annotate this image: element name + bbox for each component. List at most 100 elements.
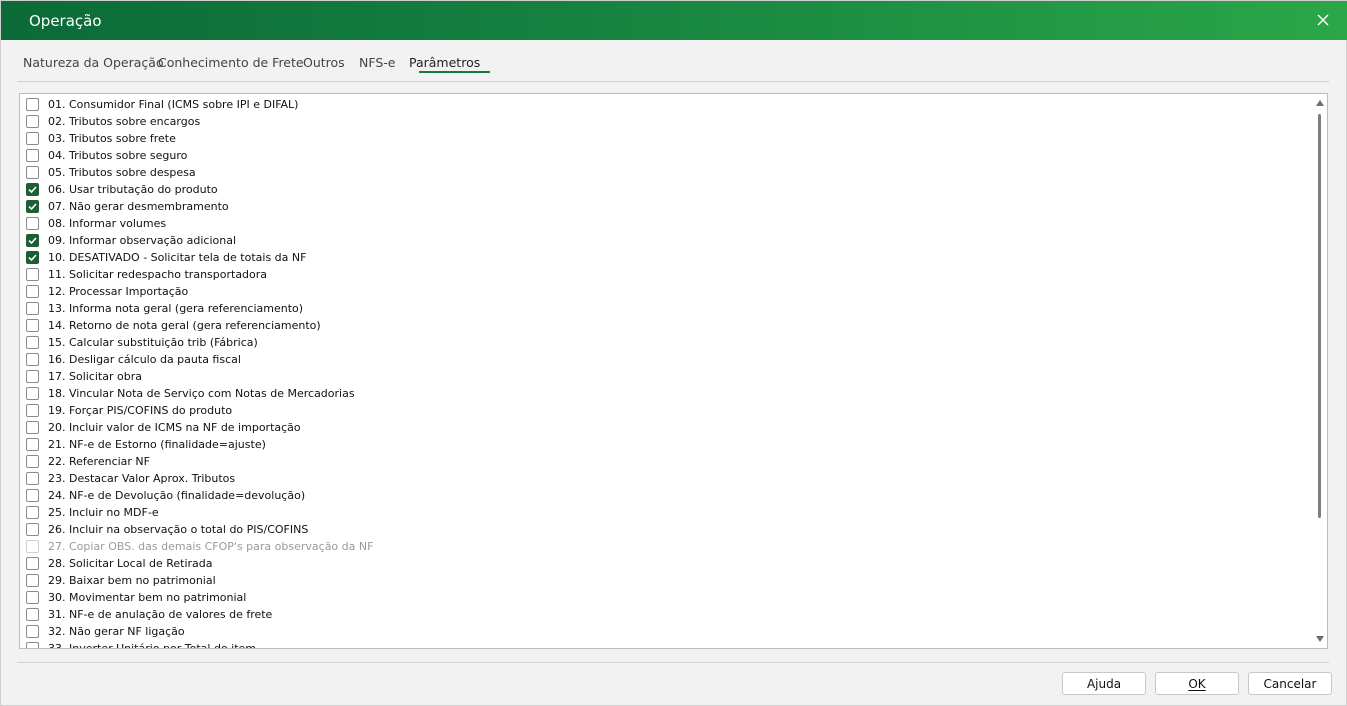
tab-conhecimento-de-frete[interactable]: Conhecimento de Frete [158, 55, 304, 70]
checkbox[interactable] [26, 217, 39, 230]
parameter-label: 23. Destacar Valor Aprox. Tributos [48, 472, 236, 485]
parameter-label: 20. Incluir valor de ICMS na NF de impor… [48, 421, 301, 434]
parameter-item[interactable]: 21. NF-e de Estorno (finalidade=ajuste) [26, 436, 266, 453]
parameter-item[interactable]: 04. Tributos sobre seguro [26, 147, 187, 164]
parameter-item[interactable]: 19. Forçar PIS/COFINS do produto [26, 402, 232, 419]
close-icon[interactable] [1314, 11, 1332, 29]
checkbox[interactable] [26, 455, 39, 468]
checkbox[interactable] [26, 302, 39, 315]
parameter-item[interactable]: 20. Incluir valor de ICMS na NF de impor… [26, 419, 301, 436]
parameter-label: 11. Solicitar redespacho transportadora [48, 268, 268, 281]
parameter-item[interactable]: 17. Solicitar obra [26, 368, 142, 385]
checkbox[interactable] [26, 336, 39, 349]
checkbox[interactable] [26, 319, 39, 332]
scroll-up-icon[interactable] [1316, 100, 1324, 106]
checkbox[interactable] [26, 285, 39, 298]
checkbox[interactable] [26, 166, 39, 179]
parameter-label: 10. DESATIVADO - Solicitar tela de totai… [48, 251, 307, 264]
checkbox[interactable] [26, 489, 39, 502]
parameter-label: 26. Incluir na observação o total do PIS… [48, 523, 309, 536]
parameter-label: 18. Vincular Nota de Serviço com Notas d… [48, 387, 355, 400]
checkbox[interactable] [26, 438, 39, 451]
checkbox[interactable] [26, 625, 39, 638]
parameter-item[interactable]: 16. Desligar cálculo da pauta fiscal [26, 351, 241, 368]
parameter-item[interactable]: 15. Calcular substituição trib (Fábrica) [26, 334, 258, 351]
ok-button[interactable]: OK [1155, 672, 1239, 695]
ok-button-label: OK [1188, 676, 1206, 691]
parameter-item[interactable]: 10. DESATIVADO - Solicitar tela de totai… [26, 249, 306, 266]
checkbox-checked[interactable] [26, 200, 39, 213]
parameter-item[interactable]: 03. Tributos sobre frete [26, 130, 176, 147]
checkbox-checked[interactable] [26, 251, 39, 264]
parameter-item[interactable]: 25. Incluir no MDF-e [26, 504, 159, 521]
parameter-item[interactable]: 18. Vincular Nota de Serviço com Notas d… [26, 385, 355, 402]
checkbox-checked[interactable] [26, 234, 39, 247]
scroll-thumb[interactable] [1318, 114, 1321, 518]
parameter-item[interactable]: 22. Referenciar NF [26, 453, 150, 470]
parameter-item[interactable]: 11. Solicitar redespacho transportadora [26, 266, 267, 283]
parameter-item[interactable]: 13. Informa nota geral (gera referenciam… [26, 300, 303, 317]
scroll-down-icon[interactable] [1316, 636, 1324, 642]
checkbox[interactable] [26, 268, 39, 281]
parameter-item[interactable]: 33. Inverter Unitário por Total do item [26, 640, 257, 649]
parameter-item[interactable]: 32. Não gerar NF ligação [26, 623, 185, 640]
checkbox[interactable] [26, 557, 39, 570]
parameter-item[interactable]: 24. NF-e de Devolução (finalidade=devolu… [26, 487, 305, 504]
vertical-scrollbar[interactable] [1313, 94, 1327, 648]
checkbox[interactable] [26, 472, 39, 485]
parameter-label: 31. NF-e de anulação de valores de frete [48, 608, 273, 621]
help-button[interactable]: Ajuda [1062, 672, 1146, 695]
parameter-item[interactable]: 29. Baixar bem no patrimonial [26, 572, 216, 589]
parameter-label: 16. Desligar cálculo da pauta fiscal [48, 353, 241, 366]
checkbox[interactable] [26, 523, 39, 536]
parameter-item[interactable]: 05. Tributos sobre despesa [26, 164, 196, 181]
parameters-list[interactable]: 01. Consumidor Final (ICMS sobre IPI e D… [19, 93, 1328, 649]
parameter-item[interactable]: 07. Não gerar desmembramento [26, 198, 229, 215]
parameter-item[interactable]: 02. Tributos sobre encargos [26, 113, 200, 130]
parameter-item[interactable]: 23. Destacar Valor Aprox. Tributos [26, 470, 235, 487]
parameter-label: 33. Inverter Unitário por Total do item [48, 642, 257, 649]
checkbox[interactable] [26, 353, 39, 366]
parameter-item[interactable]: 30. Movimentar bem no patrimonial [26, 589, 246, 606]
checkbox[interactable] [26, 149, 39, 162]
checkbox[interactable] [26, 132, 39, 145]
parameter-item[interactable]: 06. Usar tributação do produto [26, 181, 218, 198]
parameter-item[interactable]: 14. Retorno de nota geral (gera referenc… [26, 317, 321, 334]
cancel-button[interactable]: Cancelar [1248, 672, 1332, 695]
tab-outros[interactable]: Outros [303, 55, 345, 70]
checkbox[interactable] [26, 642, 39, 648]
parameter-label: 09. Informar observação adicional [48, 234, 236, 247]
checkbox[interactable] [26, 608, 39, 621]
parameter-label: 01. Consumidor Final (ICMS sobre IPI e D… [48, 98, 299, 111]
parameter-label: 30. Movimentar bem no patrimonial [48, 591, 247, 604]
check-icon [28, 237, 37, 245]
parameter-label: 17. Solicitar obra [48, 370, 142, 383]
parameter-item[interactable]: 08. Informar volumes [26, 215, 166, 232]
parameter-item[interactable]: 12. Processar Importação [26, 283, 188, 300]
parameter-label: 27. Copiar OBS. das demais CFOP's para o… [48, 540, 374, 553]
checkbox[interactable] [26, 404, 39, 417]
parameter-item[interactable]: 01. Consumidor Final (ICMS sobre IPI e D… [26, 96, 298, 113]
parameter-item[interactable]: 09. Informar observação adicional [26, 232, 236, 249]
checkbox[interactable] [26, 506, 39, 519]
checkbox-checked[interactable] [26, 183, 39, 196]
parameter-label: 25. Incluir no MDF-e [48, 506, 159, 519]
parameter-label: 24. NF-e de Devolução (finalidade=devolu… [48, 489, 306, 502]
checkbox[interactable] [26, 115, 39, 128]
check-icon [28, 254, 37, 262]
checkbox[interactable] [26, 387, 39, 400]
checkbox[interactable] [26, 574, 39, 587]
parameter-item[interactable]: 26. Incluir na observação o total do PIS… [26, 521, 308, 538]
checkbox[interactable] [26, 591, 39, 604]
tab-nfs-e[interactable]: NFS-e [359, 55, 395, 70]
operation-dialog: Operação Natureza da Operação Conhecimen… [0, 0, 1347, 706]
parameter-item[interactable]: 28. Solicitar Local de Retirada [26, 555, 213, 572]
title-bar[interactable]: Operação [1, 1, 1347, 40]
parameter-item[interactable]: 31. NF-e de anulação de valores de frete [26, 606, 272, 623]
checkbox[interactable] [26, 421, 39, 434]
tab-parametros[interactable]: Parâmetros [409, 55, 480, 70]
checkbox [26, 540, 39, 553]
tab-natureza-da-operacao[interactable]: Natureza da Operação [23, 55, 164, 70]
checkbox[interactable] [26, 370, 39, 383]
checkbox[interactable] [26, 98, 39, 111]
